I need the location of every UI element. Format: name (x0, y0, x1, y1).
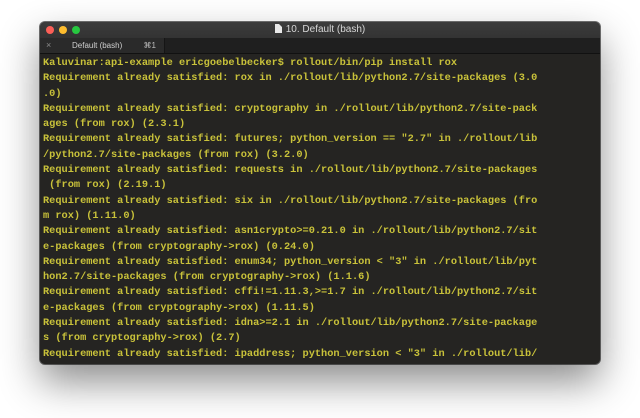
window-title-wrap: 10. Default (bash) (40, 22, 600, 38)
tab-label: Default (bash) (72, 41, 123, 50)
terminal-window: 10. Default (bash) × Default (bash) ⌘1 K… (40, 22, 600, 364)
terminal-line: hon2.7/site-packages (from cryptography-… (43, 271, 371, 284)
terminal-line: Requirement already satisfied: asn1crypt… (43, 225, 538, 238)
terminal-line: .0) (43, 87, 62, 100)
terminal-line: e-packages (from cryptography->rox) (1.1… (43, 301, 315, 314)
terminal-line: (from rox) (2.19.1) (43, 179, 167, 192)
terminal-line: Requirement already satisfied: idna>=2.1… (43, 317, 538, 330)
window-title: 10. Default (bash) (285, 24, 366, 35)
terminal-line: Requirement already satisfied: requests … (43, 164, 538, 177)
terminal-line: ages (from rox) (2.3.1) (43, 118, 186, 131)
title-bar[interactable]: 10. Default (bash) (40, 22, 600, 38)
tab-bar: × Default (bash) ⌘1 (40, 38, 600, 54)
terminal-line: Requirement already satisfied: ipaddress… (43, 347, 538, 360)
terminal-line: Kaluvinar:api-example ericgoebelbecker$ … (43, 57, 458, 69)
terminal-line: e-packages (from cryptography->rox) (0.2… (43, 240, 315, 253)
terminal-line: /python2.7/site-packages (from rox) (3.2… (43, 148, 309, 161)
tab-shortcut: ⌘1 (143, 41, 156, 50)
terminal-line: Requirement already satisfied: rox in ./… (43, 72, 538, 85)
terminal-line: Requirement already satisfied: cffi!=1.1… (43, 286, 538, 299)
terminal-line: s (from cryptography->rox) (2.7) (43, 332, 241, 345)
tab-default-bash[interactable]: × Default (bash) ⌘1 (40, 38, 165, 53)
terminal-line: Requirement already satisfied: enum34; p… (43, 255, 538, 268)
document-icon (274, 24, 282, 33)
terminal-line: Requirement already satisfied: cryptogra… (43, 102, 538, 115)
terminal-output[interactable]: Kaluvinar:api-example ericgoebelbecker$ … (40, 54, 600, 364)
tab-close-icon[interactable]: × (46, 38, 51, 53)
terminal-line: Requirement already satisfied: six in ./… (43, 194, 538, 207)
terminal-line: m rox) (1.11.0) (43, 209, 136, 222)
terminal-line: Requirement already satisfied: futures; … (43, 133, 538, 146)
